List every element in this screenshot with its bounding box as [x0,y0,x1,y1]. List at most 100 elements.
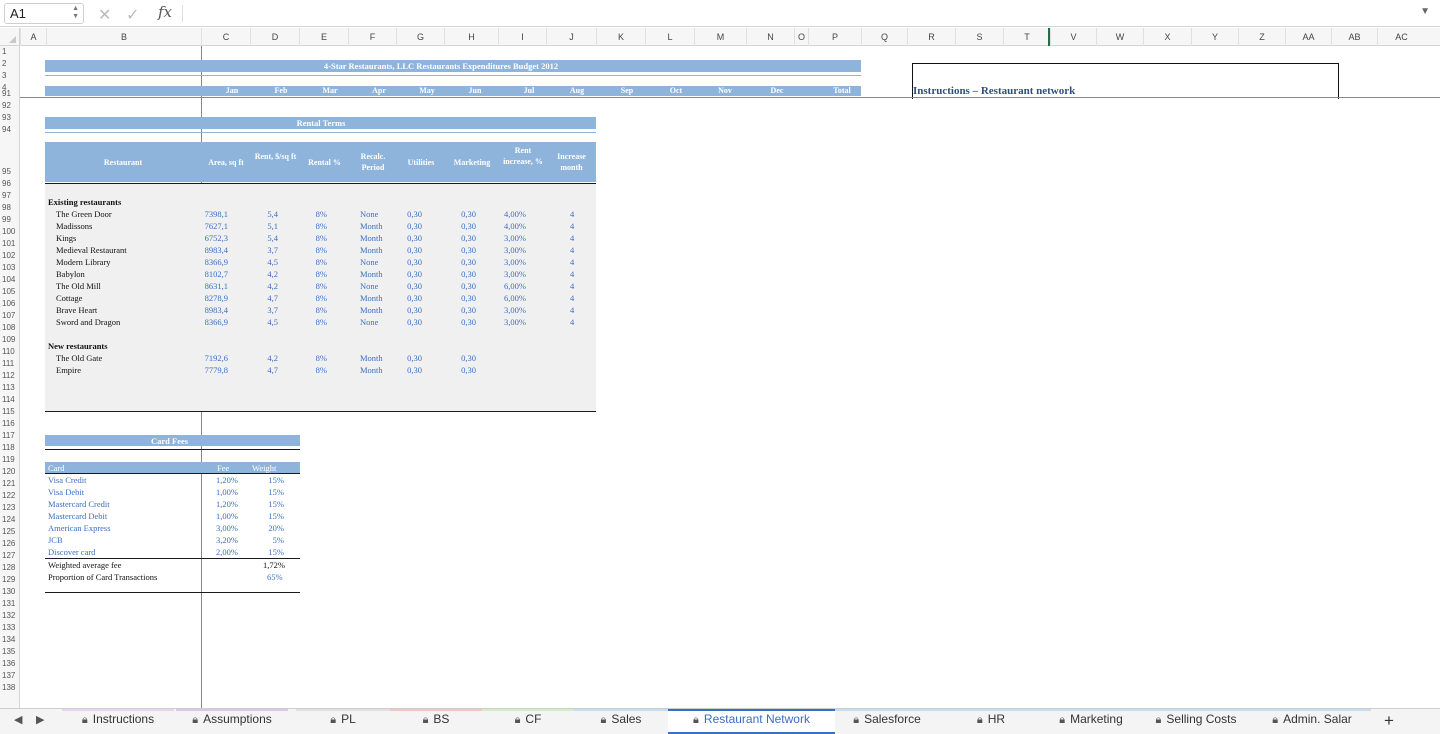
row-header-cell[interactable]: 124 [0,514,19,526]
row-header-cell[interactable]: 129 [0,574,19,586]
row-header-cell[interactable]: 133 [0,622,19,634]
column-header-cell[interactable]: O [794,28,808,46]
row-header-cell[interactable]: 98 [0,202,19,214]
row-header-cell[interactable]: 122 [0,490,19,502]
row-header-cell[interactable]: 92 [0,100,19,112]
column-header-cell[interactable]: C [201,28,250,46]
sheet-tab[interactable]: 🔒︎ Admin. Salar [1253,709,1371,734]
sheet-tab[interactable]: 🔒︎ PL [296,709,390,734]
row-header-cell[interactable]: 96 [0,178,19,190]
column-header-cell[interactable]: E [299,28,348,46]
row-header-cell[interactable]: 137 [0,670,19,682]
row-header-cell[interactable]: 91 [0,88,19,100]
cancel-icon[interactable]: ✕ [98,5,111,25]
column-header-cell[interactable]: P [808,28,861,46]
row-header-cell[interactable]: 104 [0,274,19,286]
column-header-cell[interactable]: R [907,28,955,46]
stepper-icon[interactable]: ▲ ▼ [72,5,79,21]
row-header-cell[interactable]: 111 [0,358,19,370]
row-header-cell[interactable]: 119 [0,454,19,466]
column-header-cell[interactable]: K [596,28,645,46]
column-header-cell[interactable]: AC [1377,28,1425,46]
sheet-tab[interactable]: 🔒︎ Selling Costs [1139,709,1253,734]
column-header-cell[interactable]: X [1143,28,1191,46]
row-header-cell[interactable]: 127 [0,550,19,562]
sheet-tab[interactable]: 🔒︎ Assumptions [176,709,288,734]
row-header-cell[interactable]: 126 [0,538,19,550]
row-header-cell[interactable]: 103 [0,262,19,274]
function-icon[interactable]: fx [158,3,172,21]
row-header-cell[interactable]: 2 [0,58,19,70]
row-header-cell[interactable]: 101 [0,238,19,250]
column-header-cell[interactable]: M [694,28,746,46]
row-header-cell[interactable]: 110 [0,346,19,358]
row-header-cell[interactable]: 118 [0,442,19,454]
sheet-tab[interactable]: 🔒︎ CF [482,709,574,734]
sheet-tab[interactable]: 🔒︎ BS [390,709,482,734]
column-header-cell[interactable]: V [1050,28,1096,46]
row-header-cell[interactable]: 134 [0,634,19,646]
chevron-down-icon[interactable]: ▼ [1420,6,1430,17]
row-header-cell[interactable]: 136 [0,658,19,670]
row-header-cell[interactable]: 138 [0,682,19,694]
row-header-cell[interactable]: 94 [0,124,19,136]
row-header-cell[interactable]: 97 [0,190,19,202]
row-header-cell[interactable]: 115 [0,406,19,418]
column-header-cell[interactable]: A [20,28,46,46]
column-header-cell[interactable]: F [348,28,396,46]
row-header-cell[interactable]: 131 [0,598,19,610]
row-header-cell[interactable]: 106 [0,298,19,310]
confirm-icon[interactable]: ✓ [126,5,139,25]
tab-scroll-right-icon[interactable]: ▶ [36,713,44,726]
column-header-cell[interactable]: J [546,28,596,46]
column-header-cell[interactable]: Z [1238,28,1285,46]
row-header-cell[interactable]: 117 [0,430,19,442]
column-header-cell[interactable]: G [396,28,444,46]
add-sheet-button[interactable]: + [1384,711,1394,731]
sheet-tab[interactable]: 🔒︎ Sales [574,709,668,734]
sheet-tab[interactable]: 🔒︎ HR [939,709,1043,734]
column-header-cell[interactable]: AA [1285,28,1331,46]
row-header-cell[interactable]: 113 [0,382,19,394]
row-header-cell[interactable]: 114 [0,394,19,406]
sheet-tab[interactable]: 🔒︎ Instructions [62,709,174,734]
sheet-grid[interactable]: 4-Star Restaurants, LLC Restaurants Expe… [20,46,1440,708]
column-header-cell[interactable]: B [46,28,201,46]
column-header-cell[interactable]: T [1003,28,1050,46]
row-header-cell[interactable]: 135 [0,646,19,658]
column-header-cell[interactable]: N [746,28,794,46]
name-box[interactable]: A1 ▲ ▼ [4,3,84,24]
row-header-cell[interactable]: 1 [0,46,19,58]
row-header-cell[interactable]: 93 [0,112,19,124]
row-header-cell[interactable]: 120 [0,466,19,478]
column-header-cell[interactable]: AB [1331,28,1377,46]
row-header-cell[interactable]: 95 [0,166,19,178]
sheet-tab[interactable]: 🔒︎ Marketing [1043,709,1139,734]
column-header-cell[interactable]: I [498,28,546,46]
row-header-cell[interactable]: 112 [0,370,19,382]
row-header-cell[interactable]: 132 [0,610,19,622]
row-header-cell[interactable]: 116 [0,418,19,430]
column-header-cell[interactable]: W [1096,28,1143,46]
column-header-cell[interactable]: Q [861,28,907,46]
column-header-cell[interactable]: Y [1191,28,1238,46]
row-header-cell[interactable]: 125 [0,526,19,538]
row-header-cell[interactable]: 100 [0,226,19,238]
row-header-cell[interactable]: 107 [0,310,19,322]
row-header-cell[interactable]: 130 [0,586,19,598]
column-header-cell[interactable]: D [250,28,299,46]
row-header-cell[interactable]: 123 [0,502,19,514]
tab-scroll-left-icon[interactable]: ◀ [14,713,22,726]
row-header-cell[interactable]: 109 [0,334,19,346]
sheet-tab[interactable]: 🔒︎ Salesforce [835,709,939,734]
row-header-cell[interactable]: 99 [0,214,19,226]
column-header-cell[interactable]: H [444,28,498,46]
column-header-cell[interactable]: L [645,28,694,46]
row-header-cell[interactable]: 3 [0,70,19,82]
row-header-cell[interactable]: 105 [0,286,19,298]
sheet-tab[interactable]: 🔒︎ Restaurant Network [668,709,835,734]
column-header-cell[interactable]: S [955,28,1003,46]
row-header-cell[interactable]: 108 [0,322,19,334]
row-header-cell[interactable]: 102 [0,250,19,262]
row-header-cell[interactable]: 121 [0,478,19,490]
